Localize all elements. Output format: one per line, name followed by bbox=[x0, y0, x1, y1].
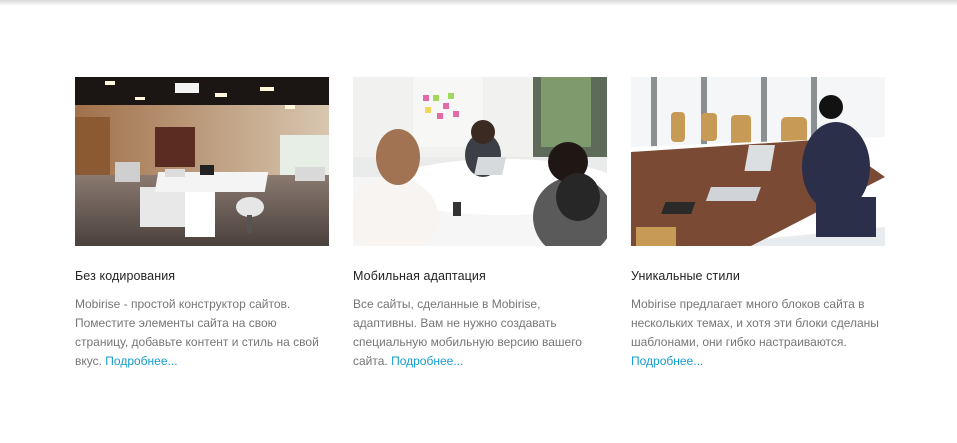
card-title: Мобильная адаптация bbox=[353, 269, 486, 283]
header-shadow bbox=[0, 0, 957, 6]
card-title: Уникальные стили bbox=[631, 269, 740, 283]
feature-card-mobile: Мобильная адаптация Все сайты, сделанные… bbox=[353, 77, 607, 371]
read-more-link[interactable]: Подробнее... bbox=[631, 354, 703, 368]
card-description: Все сайты, сделанные в Mobirise, адаптив… bbox=[353, 297, 582, 368]
feature-card-styles: Уникальные стили Mobirise предлагает мно… bbox=[631, 77, 885, 371]
card-description: Mobirise предлагает много блоков сайта в… bbox=[631, 297, 879, 349]
card-title: Без кодирования bbox=[75, 269, 176, 283]
card-text: Все сайты, сделанные в Mobirise, адаптив… bbox=[353, 295, 607, 371]
read-more-link[interactable]: Подробнее... bbox=[105, 354, 177, 368]
conference-photo bbox=[631, 77, 885, 246]
features-section: Без кодирования Mobirise - простой конст… bbox=[75, 77, 885, 371]
feature-card-no-coding: Без кодирования Mobirise - простой конст… bbox=[75, 77, 329, 371]
card-text: Mobirise - простой конструктор сайтов. П… bbox=[75, 295, 329, 371]
office-photo bbox=[75, 77, 329, 246]
card-text: Mobirise предлагает много блоков сайта в… bbox=[631, 295, 885, 371]
meeting-photo bbox=[353, 77, 607, 246]
read-more-link[interactable]: Подробнее... bbox=[391, 354, 463, 368]
